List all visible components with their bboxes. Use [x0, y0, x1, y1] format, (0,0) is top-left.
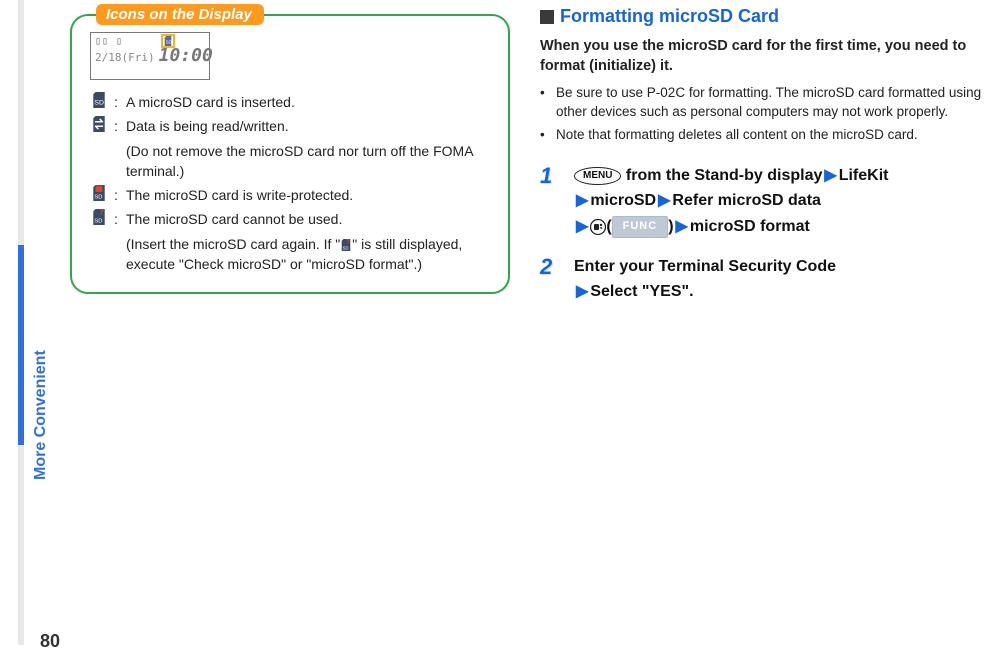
def-sd-bad: SD? : The microSD card cannot be used.	[90, 209, 490, 229]
def-text: Data is being read/written.	[126, 116, 490, 136]
svg-text:?: ?	[99, 209, 104, 217]
note-item: • Be sure to use P-02C for formatting. T…	[540, 84, 990, 122]
sub-a: (Insert the microSD card again. If "	[126, 236, 340, 252]
section-title-text: Formatting microSD Card	[560, 6, 779, 27]
bullet-dot: •	[540, 126, 550, 145]
callout-title: Icons on the Display	[96, 4, 264, 25]
svg-text:SD: SD	[343, 245, 349, 250]
colon: :	[114, 92, 120, 112]
procedure-steps: 1 MENU from the Stand-by display▶LifeKit…	[540, 163, 990, 305]
step-text: from the Stand-by display	[626, 167, 822, 184]
def-text: The microSD card is write-protected.	[126, 185, 490, 205]
def-text: The microSD card cannot be used.	[126, 209, 490, 229]
intro-text: When you use the microSD card for the fi…	[540, 37, 990, 76]
sd-error-icon: SD?	[90, 209, 108, 225]
step-text: microSD format	[690, 218, 810, 235]
section-title: Formatting microSD Card	[540, 6, 990, 27]
colon: :	[114, 209, 120, 229]
ir-key-icon	[590, 219, 606, 235]
def-text: A microSD card is inserted.	[126, 92, 490, 112]
icon-definitions: SD : A microSD card is inserted. : Data …	[90, 92, 490, 274]
side-tab-label: More Convenient	[32, 350, 50, 480]
nav-arrow-icon: ▶	[674, 218, 690, 235]
svg-text:SD: SD	[94, 219, 102, 225]
note-text: Note that formatting deletes all content…	[556, 126, 918, 145]
sd-rw-icon	[90, 116, 108, 132]
def-sd-readwrite-sub: (Do not remove the microSD card nor turn…	[90, 141, 490, 182]
colon: :	[114, 185, 120, 205]
menu-key-icon: MENU	[574, 167, 621, 185]
section-square-icon	[540, 10, 554, 24]
svg-text:SD: SD	[94, 100, 104, 107]
sd-locked-icon: SD	[90, 185, 108, 201]
step-body: MENU from the Stand-by display▶LifeKit ▶…	[574, 163, 990, 240]
icons-on-display-callout: Icons on the Display ▯▯ ▯ SD 2/18(Fri) 1…	[70, 14, 510, 294]
nav-arrow-icon: ▶	[574, 218, 590, 235]
side-tab: More Convenient	[0, 0, 24, 660]
step-text: LifeKit	[839, 167, 889, 184]
step-number: 1	[540, 163, 564, 240]
step-1: 1 MENU from the Stand-by display▶LifeKit…	[540, 163, 990, 240]
note-item: • Note that formatting deletes all conte…	[540, 126, 990, 145]
side-bar-segment	[18, 0, 24, 245]
step-text: Enter your Terminal Security Code	[574, 258, 836, 275]
svg-text:?: ?	[346, 239, 350, 245]
def-sd-locked: SD : The microSD card is write-protected…	[90, 185, 490, 205]
step-number: 2	[540, 254, 564, 305]
notes-list: • Be sure to use P-02C for formatting. T…	[540, 84, 990, 145]
def-sd-bad-sub: (Insert the microSD card again. If "SD?"…	[90, 234, 490, 275]
screen-time: 10:00	[159, 49, 213, 63]
sd-error-icon: SD?	[340, 239, 352, 251]
left-column: Icons on the Display ▯▯ ▯ SD 2/18(Fri) 1…	[70, 0, 510, 294]
sd-card-icon: SD	[90, 92, 108, 108]
nav-arrow-icon: ▶	[574, 192, 590, 209]
page-number: 80	[40, 631, 60, 652]
sd-card-icon: SD	[163, 36, 173, 46]
colon: :	[114, 116, 120, 136]
bullet-dot: •	[540, 84, 550, 122]
phone-screen-preview: ▯▯ ▯ SD 2/18(Fri) 10:00	[90, 32, 210, 80]
step-2: 2 Enter your Terminal Security Code ▶Sel…	[540, 254, 990, 305]
nav-arrow-icon: ▶	[656, 192, 672, 209]
svg-text:SD: SD	[94, 195, 102, 201]
step-body: Enter your Terminal Security Code ▶Selec…	[574, 254, 990, 305]
note-text: Be sure to use P-02C for formatting. The…	[556, 84, 990, 122]
def-subtext: (Do not remove the microSD card nor turn…	[126, 141, 490, 182]
step-text: Refer microSD data	[672, 192, 821, 209]
step-text: Select "YES".	[590, 283, 693, 300]
def-subtext: (Insert the microSD card again. If "SD?"…	[126, 234, 490, 275]
side-bar-active	[18, 245, 24, 445]
screen-date: 2/18(Fri)	[95, 51, 155, 65]
svg-text:SD: SD	[166, 40, 172, 45]
sd-icon-highlight: SD	[161, 34, 175, 48]
step-text: microSD	[590, 192, 656, 209]
right-column: Formatting microSD Card When you use the…	[540, 0, 990, 305]
func-softkey: FUNC	[612, 216, 669, 238]
def-sd-readwrite: : Data is being read/written.	[90, 116, 490, 136]
side-bar-segment	[18, 445, 24, 645]
nav-arrow-icon: ▶	[822, 167, 838, 184]
nav-arrow-icon: ▶	[574, 283, 590, 300]
def-sd-inserted: SD : A microSD card is inserted.	[90, 92, 490, 112]
